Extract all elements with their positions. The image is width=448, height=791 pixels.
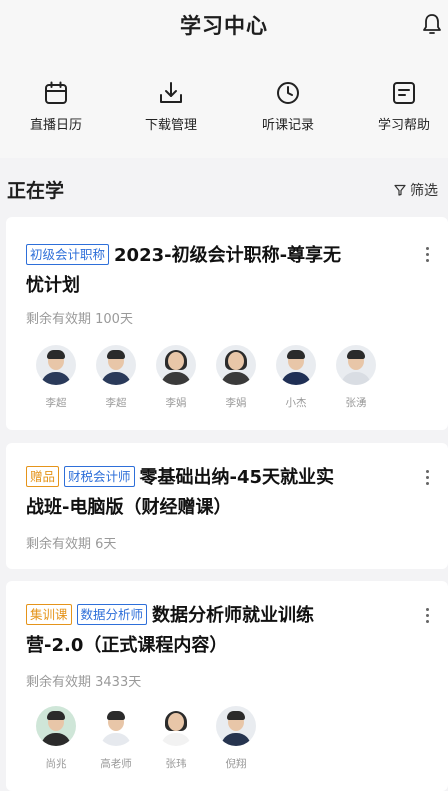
more-options-icon[interactable]: [424, 608, 430, 628]
course-card[interactable]: 集训课 数据分析师 数据分析师就业训练 营-2.0（正式课程内容） 剩余有效期 34…: [6, 581, 448, 791]
teacher-name: 尚兆: [45, 758, 67, 770]
course-title-line2: 战班-电脑版（财经赠课）: [26, 497, 232, 518]
quicknav-study-help[interactable]: 学习帮助: [348, 80, 448, 133]
teacher-list: 李超 李超 李娟 李娟 小杰 张湧: [26, 345, 386, 410]
teacher-avatar: [96, 345, 136, 385]
clock-icon: [277, 82, 299, 104]
course-title: 赠品 财税会计师 零基础出纳-45天就业实 战班-电脑版（财经赠课）: [26, 463, 402, 523]
filter-label: 筛选: [410, 183, 438, 199]
course-title-line1: 2023-初级会计职称-尊享无: [114, 245, 342, 266]
teacher-name: 李娟: [165, 397, 187, 409]
header-bar: 学习中心: [0, 0, 448, 48]
filter-button[interactable]: 筛选: [394, 180, 438, 200]
course-title: 集训课 数据分析师 数据分析师就业训练 营-2.0（正式课程内容）: [26, 601, 402, 661]
help-doc-icon: [393, 82, 415, 104]
course-title-line1: 零基础出纳-45天就业实: [139, 467, 335, 488]
quicknav-label: 直播日历: [29, 118, 82, 133]
course-title: 初级会计职称 2023-初级会计职称-尊享无 忧计划: [26, 241, 402, 301]
teacher-name: 李娟: [225, 397, 247, 409]
teacher-avatar: [96, 706, 136, 746]
teacher-name: 倪翔: [225, 758, 247, 770]
teacher-avatar: [156, 706, 196, 746]
course-tag: 集训课: [26, 604, 72, 625]
teacher-avatar: [36, 706, 76, 746]
quicknav-label: 学习帮助: [377, 118, 430, 133]
course-validity: 剩余有效期 6天: [26, 537, 117, 552]
course-validity: 剩余有效期 100天: [26, 312, 133, 327]
course-tag: 财税会计师: [64, 466, 135, 487]
section-header: 正在学 筛选: [0, 158, 448, 216]
quicknav-live-calendar[interactable]: 直播日历: [0, 80, 112, 133]
calendar-icon: [45, 81, 67, 104]
teacher: 倪翔: [206, 706, 266, 771]
teacher-avatar: [36, 345, 76, 385]
course-validity: 剩余有效期 3433天: [26, 675, 142, 690]
teacher-name: 张湧: [345, 397, 367, 409]
quicknav-listen-history[interactable]: 听课记录: [232, 80, 344, 133]
teacher: 张湧: [326, 345, 386, 410]
teacher: 李娟: [206, 345, 266, 410]
teacher-avatar: [276, 345, 316, 385]
section-title: 正在学: [7, 180, 65, 202]
course-tag: 数据分析师: [76, 604, 148, 625]
quicknav-download-manager[interactable]: 下载管理: [115, 80, 227, 133]
teacher: 高老师: [86, 706, 146, 771]
teacher: 李超: [86, 345, 146, 410]
teacher-name: 李超: [105, 397, 127, 409]
course-card[interactable]: 初级会计职称 2023-初级会计职称-尊享无 忧计划 剩余有效期 100天 李超 …: [6, 217, 448, 430]
quick-nav: 直播日历 下载管理 听课记录 学习帮助: [0, 48, 448, 158]
page-title: 学习中心: [180, 14, 268, 38]
more-options-icon[interactable]: [424, 470, 430, 490]
teacher-name: 高老师: [100, 758, 132, 770]
teacher: 小杰: [266, 345, 326, 410]
quicknav-label: 下载管理: [144, 118, 197, 133]
teacher-name: 张玮: [165, 758, 187, 770]
teacher-avatar: [216, 345, 256, 385]
teacher-name: 李超: [45, 397, 67, 409]
bell-icon[interactable]: [422, 12, 442, 36]
course-tag: 初级会计职称: [26, 244, 110, 265]
quicknav-label: 听课记录: [261, 118, 314, 133]
filter-icon: [394, 184, 406, 196]
course-title-line2: 营-2.0（正式课程内容）: [26, 635, 228, 656]
teacher-avatar: [156, 345, 196, 385]
teacher: 张玮: [146, 706, 206, 771]
teacher-avatar: [216, 706, 256, 746]
course-title-line2: 忧计划: [26, 275, 80, 296]
teacher-avatar: [336, 345, 376, 385]
teacher: 尚兆: [26, 706, 86, 771]
course-card[interactable]: 赠品 财税会计师 零基础出纳-45天就业实 战班-电脑版（财经赠课） 剩余有效期 6…: [6, 443, 448, 569]
teacher: 李娟: [146, 345, 206, 410]
teacher-name: 小杰: [285, 397, 307, 409]
more-options-icon[interactable]: [424, 247, 430, 267]
download-icon: [160, 82, 182, 103]
course-tag: 赠品: [26, 466, 60, 487]
course-title-line1: 数据分析师就业训练: [152, 605, 315, 626]
teacher: 李超: [26, 345, 86, 410]
teacher-list: 尚兆 高老师 张玮 倪翔: [26, 706, 266, 771]
